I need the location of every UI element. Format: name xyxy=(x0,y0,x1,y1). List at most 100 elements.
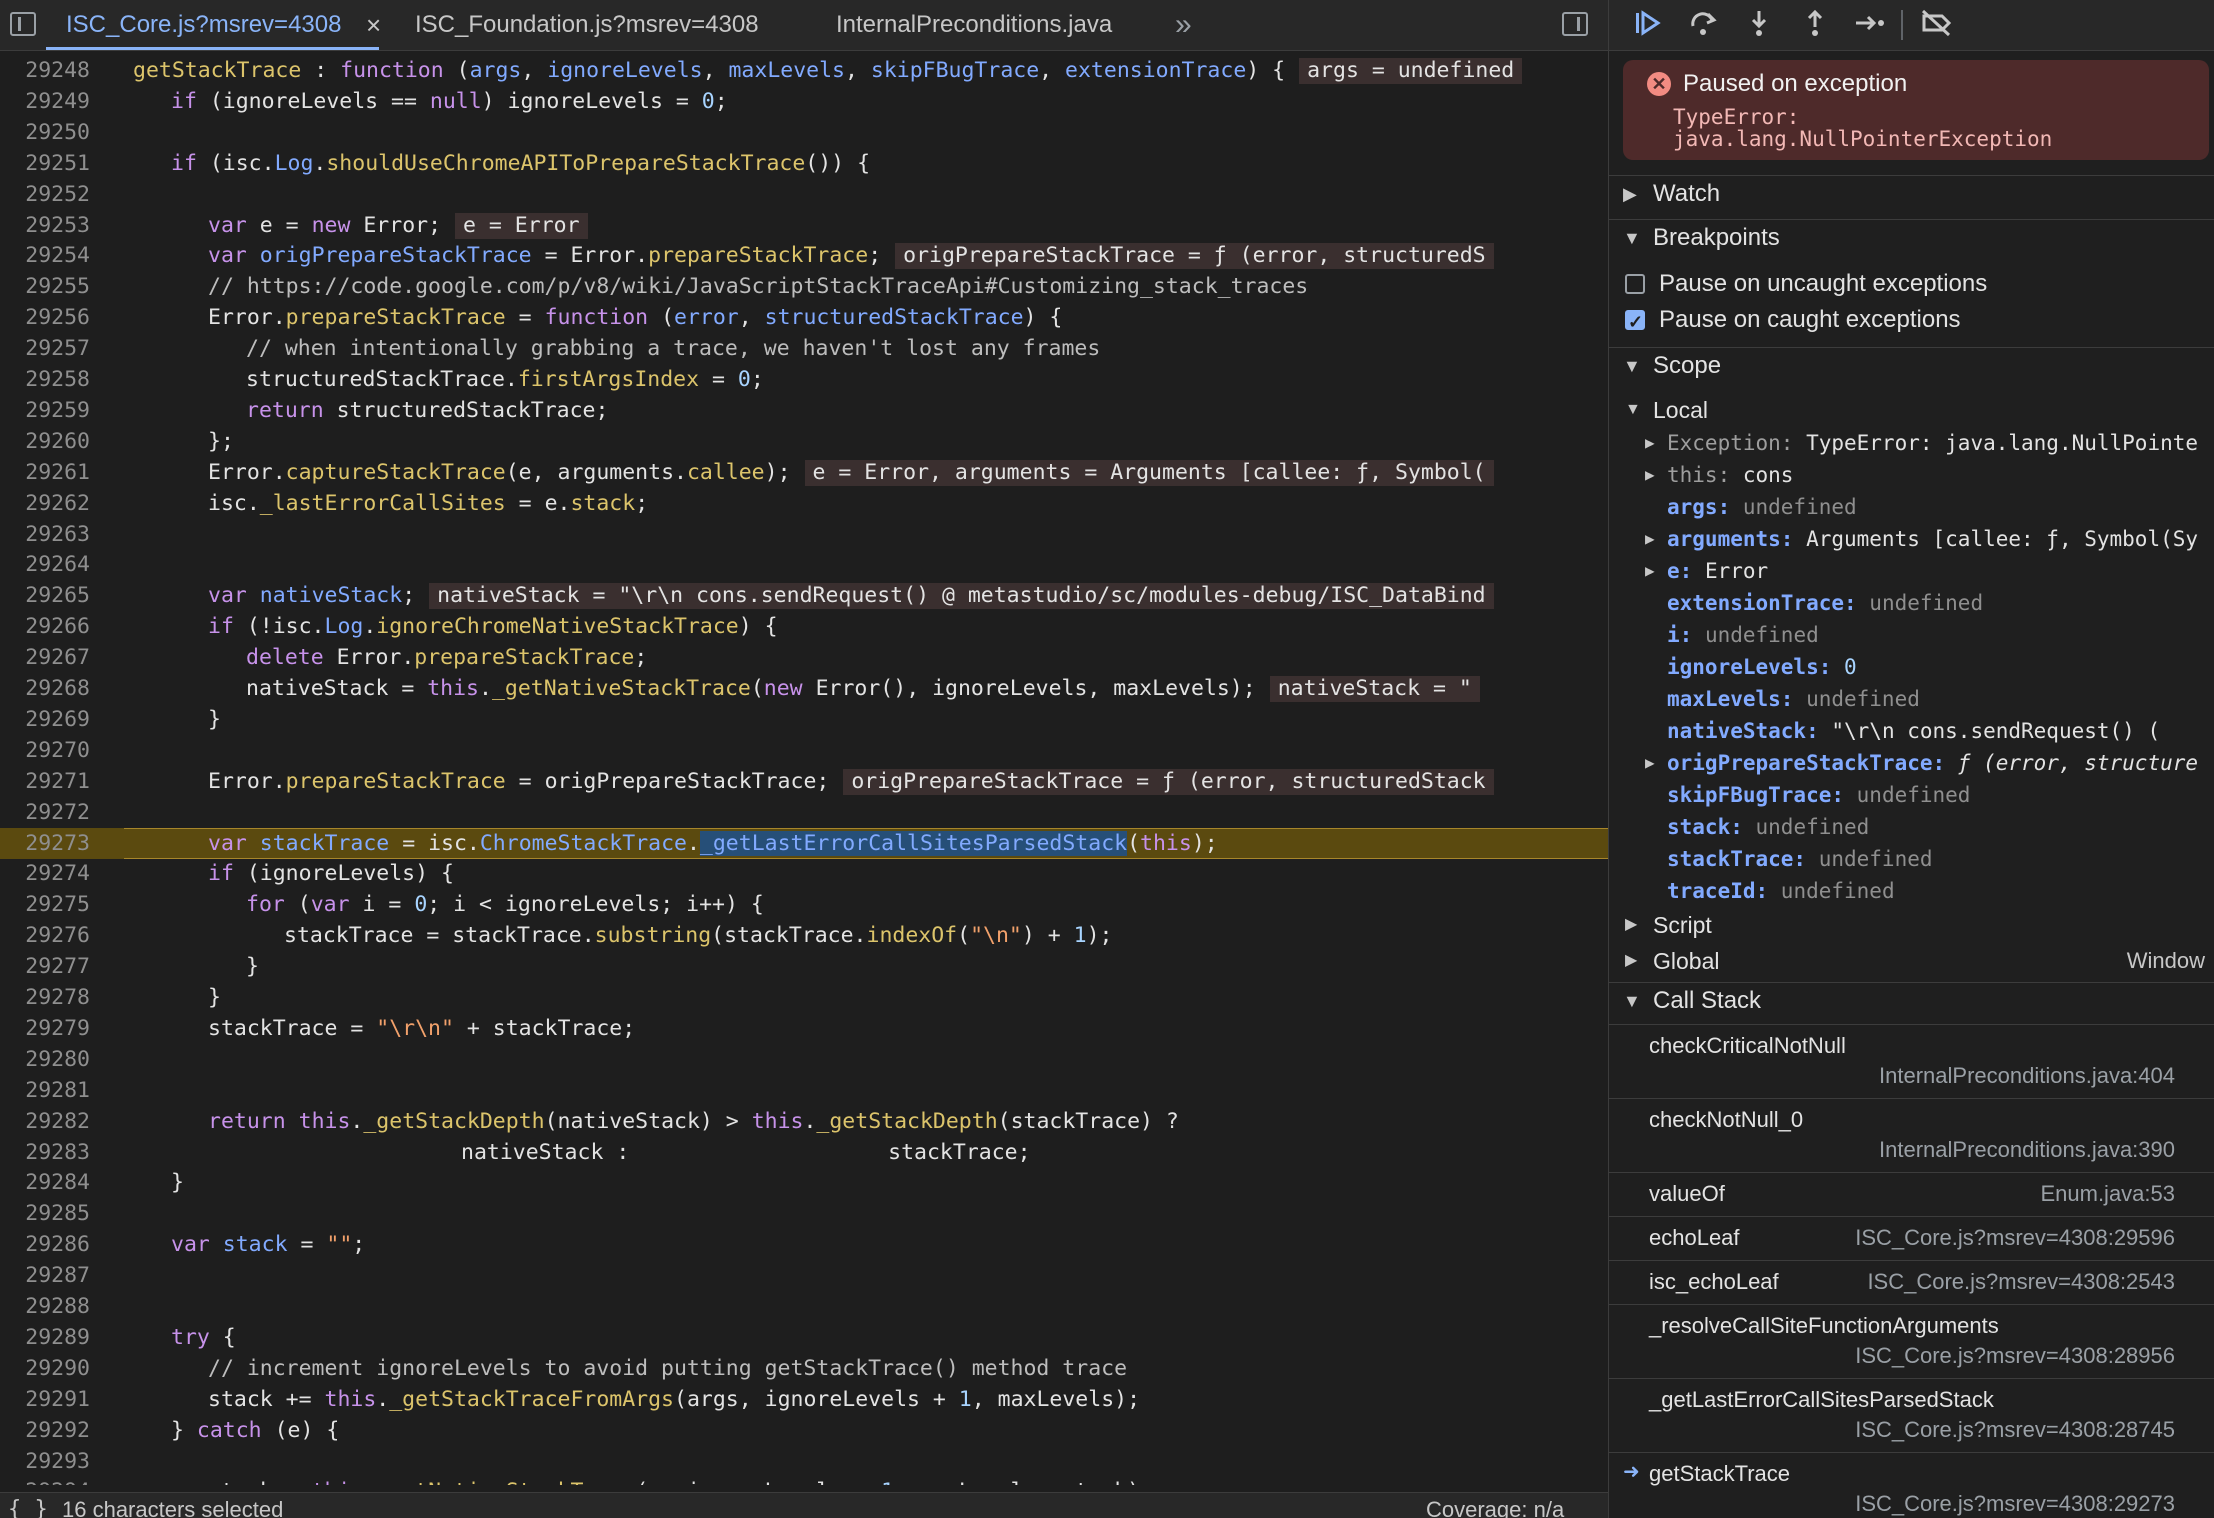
code-line[interactable]: 29282 return this._getStackDepth(nativeSt… xyxy=(0,1106,1608,1137)
code-line[interactable]: 29258 structuredStackTrace.firstArgsIndex… xyxy=(0,364,1608,395)
line-number[interactable]: 29283 xyxy=(0,1137,90,1168)
line-number[interactable]: 29272 xyxy=(0,797,90,828)
code-line[interactable]: 29290 // increment ignoreLevels to avoid … xyxy=(0,1353,1608,1384)
scope-variable[interactable]: ▶ origPrepareStackTrace: ƒ (error, struct… xyxy=(1609,747,2214,779)
line-number[interactable]: 29250 xyxy=(0,117,90,148)
line-number[interactable]: 29289 xyxy=(0,1322,90,1353)
code-line[interactable]: 29270 xyxy=(0,735,1608,766)
code-line[interactable]: 29255 // https://code.google.com/p/v8/wik… xyxy=(0,271,1608,302)
line-number[interactable]: 29268 xyxy=(0,673,90,704)
call-frame-location[interactable]: ISC_Core.js?msrev=4308:29596 xyxy=(1855,1225,2175,1251)
code-line[interactable]: 29251 if (isc.Log.shouldUseChromeAPIToPre… xyxy=(0,148,1608,179)
line-number[interactable]: 29291 xyxy=(0,1384,90,1415)
scope-variable[interactable]: ▶ Exception: TypeError: java.lang.NullPoi… xyxy=(1609,427,2214,459)
scope-variable[interactable]: skipFBugTrace: undefined xyxy=(1609,779,2214,811)
line-number[interactable]: 29275 xyxy=(0,889,90,920)
code-line[interactable]: 29262 isc._lastErrorCallSites = e.stack; xyxy=(0,488,1608,519)
code-line[interactable]: 29292} catch (e) { xyxy=(0,1415,1608,1446)
script-scope-header[interactable]: ▶ Script xyxy=(1609,908,2214,942)
line-number[interactable]: 29290 xyxy=(0,1353,90,1384)
code-line[interactable]: 29274 if (ignoreLevels) { xyxy=(0,858,1608,889)
line-number[interactable]: 29288 xyxy=(0,1291,90,1322)
code-line[interactable]: 29289 try { xyxy=(0,1322,1608,1353)
line-number[interactable]: 29258 xyxy=(0,364,90,395)
scope-variable[interactable]: nativeStack: "\r\n cons.sendRequest() ( xyxy=(1609,715,2214,747)
line-number[interactable]: 29274 xyxy=(0,858,90,889)
code-line[interactable]: 29249 if (ignoreLevels == null) ignoreLev… xyxy=(0,86,1608,117)
expand-triangle-icon[interactable]: ▶ xyxy=(1645,427,1655,459)
code-line[interactable]: 29281 xyxy=(0,1075,1608,1106)
line-number[interactable]: 29292 xyxy=(0,1415,90,1446)
line-number[interactable]: 29263 xyxy=(0,519,90,550)
scope-variable[interactable]: ▶ arguments: Arguments [callee: ƒ, Symbol… xyxy=(1609,523,2214,555)
breakpoints-section-header[interactable]: ▼ Breakpoints xyxy=(1609,219,2214,256)
scope-variable[interactable]: ▶ e: Error xyxy=(1609,555,2214,587)
call-stack-section-header[interactable]: ▼ Call Stack xyxy=(1609,982,2214,1019)
debugger-sidebar-toggle-icon[interactable] xyxy=(1562,12,1588,36)
line-number[interactable]: 29294 xyxy=(0,1476,90,1485)
call-frame[interactable]: isc_echoLeaf ISC_Core.js?msrev=4308:2543 xyxy=(1609,1260,2214,1305)
line-number[interactable]: 29277 xyxy=(0,951,90,982)
code-line[interactable]: 29271 Error.prepareStackTrace = origPrepa… xyxy=(0,766,1608,797)
current-execution-line[interactable]: 29273 var stackTrace = isc.ChromeStackTra… xyxy=(0,827,1608,859)
scope-variable[interactable]: stackTrace: undefined xyxy=(1609,843,2214,875)
scope-variable[interactable]: i: undefined xyxy=(1609,619,2214,651)
line-number[interactable]: 29265 xyxy=(0,580,90,611)
call-frame[interactable]: _resolveCallSiteFunctionArguments ISC_Cor… xyxy=(1609,1304,2214,1379)
code-line[interactable]: 29287 xyxy=(0,1260,1608,1291)
line-number[interactable]: 29255 xyxy=(0,271,90,302)
line-number[interactable]: 29261 xyxy=(0,457,90,488)
code-line[interactable]: 29269} xyxy=(0,704,1608,735)
line-number[interactable]: 29278 xyxy=(0,982,90,1013)
call-frame-location[interactable]: Enum.java:53 xyxy=(2040,1181,2175,1207)
code-line[interactable]: 29263 xyxy=(0,519,1608,550)
pretty-print-icon[interactable]: { } xyxy=(8,1493,48,1518)
code-line[interactable]: 29280 xyxy=(0,1044,1608,1075)
resume-icon[interactable] xyxy=(1629,8,1665,42)
code-line[interactable]: 29272 xyxy=(0,797,1608,828)
line-number[interactable]: 29248 xyxy=(0,55,90,86)
line-number[interactable]: 29281 xyxy=(0,1075,90,1106)
code-line[interactable]: 29257 // when intentionally grabbing a tr… xyxy=(0,333,1608,364)
step-into-icon[interactable] xyxy=(1741,8,1777,42)
code-line[interactable]: 29293 xyxy=(0,1446,1608,1477)
code-line[interactable]: 29268 nativeStack = this._getNativeStackT… xyxy=(0,673,1608,704)
expand-triangle-icon[interactable]: ▶ xyxy=(1645,523,1655,555)
code-line[interactable]: 29267 delete Error.prepareStackTrace; xyxy=(0,642,1608,673)
expand-triangle-icon[interactable]: ▶ xyxy=(1645,747,1655,779)
line-number[interactable]: 29260 xyxy=(0,426,90,457)
scope-section-header[interactable]: ▼ Scope xyxy=(1609,347,2214,384)
code-line[interactable]: 29250 xyxy=(0,117,1608,148)
more-tabs-icon[interactable]: » xyxy=(1175,0,1192,50)
line-number[interactable]: 29287 xyxy=(0,1260,90,1291)
call-frame-current[interactable]: ➜ getStackTrace ISC_Core.js?msrev=4308:292… xyxy=(1609,1452,2214,1518)
line-number[interactable]: 29266 xyxy=(0,611,90,642)
code-line[interactable]: 29288 xyxy=(0,1291,1608,1322)
code-line[interactable]: 29278} xyxy=(0,982,1608,1013)
line-number[interactable]: 29269 xyxy=(0,704,90,735)
line-number[interactable]: 29262 xyxy=(0,488,90,519)
navigator-toggle-icon[interactable] xyxy=(10,12,36,36)
line-number[interactable]: 29253 xyxy=(0,210,90,241)
line-number[interactable]: 29271 xyxy=(0,766,90,797)
line-number[interactable]: 29282 xyxy=(0,1106,90,1137)
code-line[interactable]: 29294 stack = this._getNativeStackTrace(e… xyxy=(0,1476,1608,1485)
call-frame[interactable]: echoLeaf ISC_Core.js?msrev=4308:29596 xyxy=(1609,1216,2214,1261)
line-number[interactable]: 29293 xyxy=(0,1446,90,1477)
tab-isc-core[interactable]: ISC_Core.js?msrev=4308 xyxy=(45,0,381,50)
watch-section-header[interactable]: ▶ Watch xyxy=(1609,175,2214,212)
local-scope-header[interactable]: ▼ Local xyxy=(1609,393,2214,427)
line-number[interactable]: 29280 xyxy=(0,1044,90,1075)
line-number[interactable]: 29279 xyxy=(0,1013,90,1044)
call-frame-location[interactable]: ISC_Core.js?msrev=4308:28956 xyxy=(1855,1343,2175,1369)
call-frame[interactable]: valueOf Enum.java:53 xyxy=(1609,1172,2214,1217)
code-line[interactable]: 29277} xyxy=(0,951,1608,982)
code-line[interactable]: 29284} xyxy=(0,1167,1608,1198)
line-number[interactable]: 29257 xyxy=(0,333,90,364)
code-line[interactable]: 29253 var e = new Error; e = Error xyxy=(0,210,1608,241)
call-frame-location[interactable]: InternalPreconditions.java:390 xyxy=(1879,1137,2175,1163)
line-number[interactable]: 29284 xyxy=(0,1167,90,1198)
call-frame-location[interactable]: InternalPreconditions.java:404 xyxy=(1879,1063,2175,1089)
line-number[interactable]: 29256 xyxy=(0,302,90,333)
code-line[interactable]: 29283 nativeStack : stackTrace; xyxy=(0,1137,1608,1168)
